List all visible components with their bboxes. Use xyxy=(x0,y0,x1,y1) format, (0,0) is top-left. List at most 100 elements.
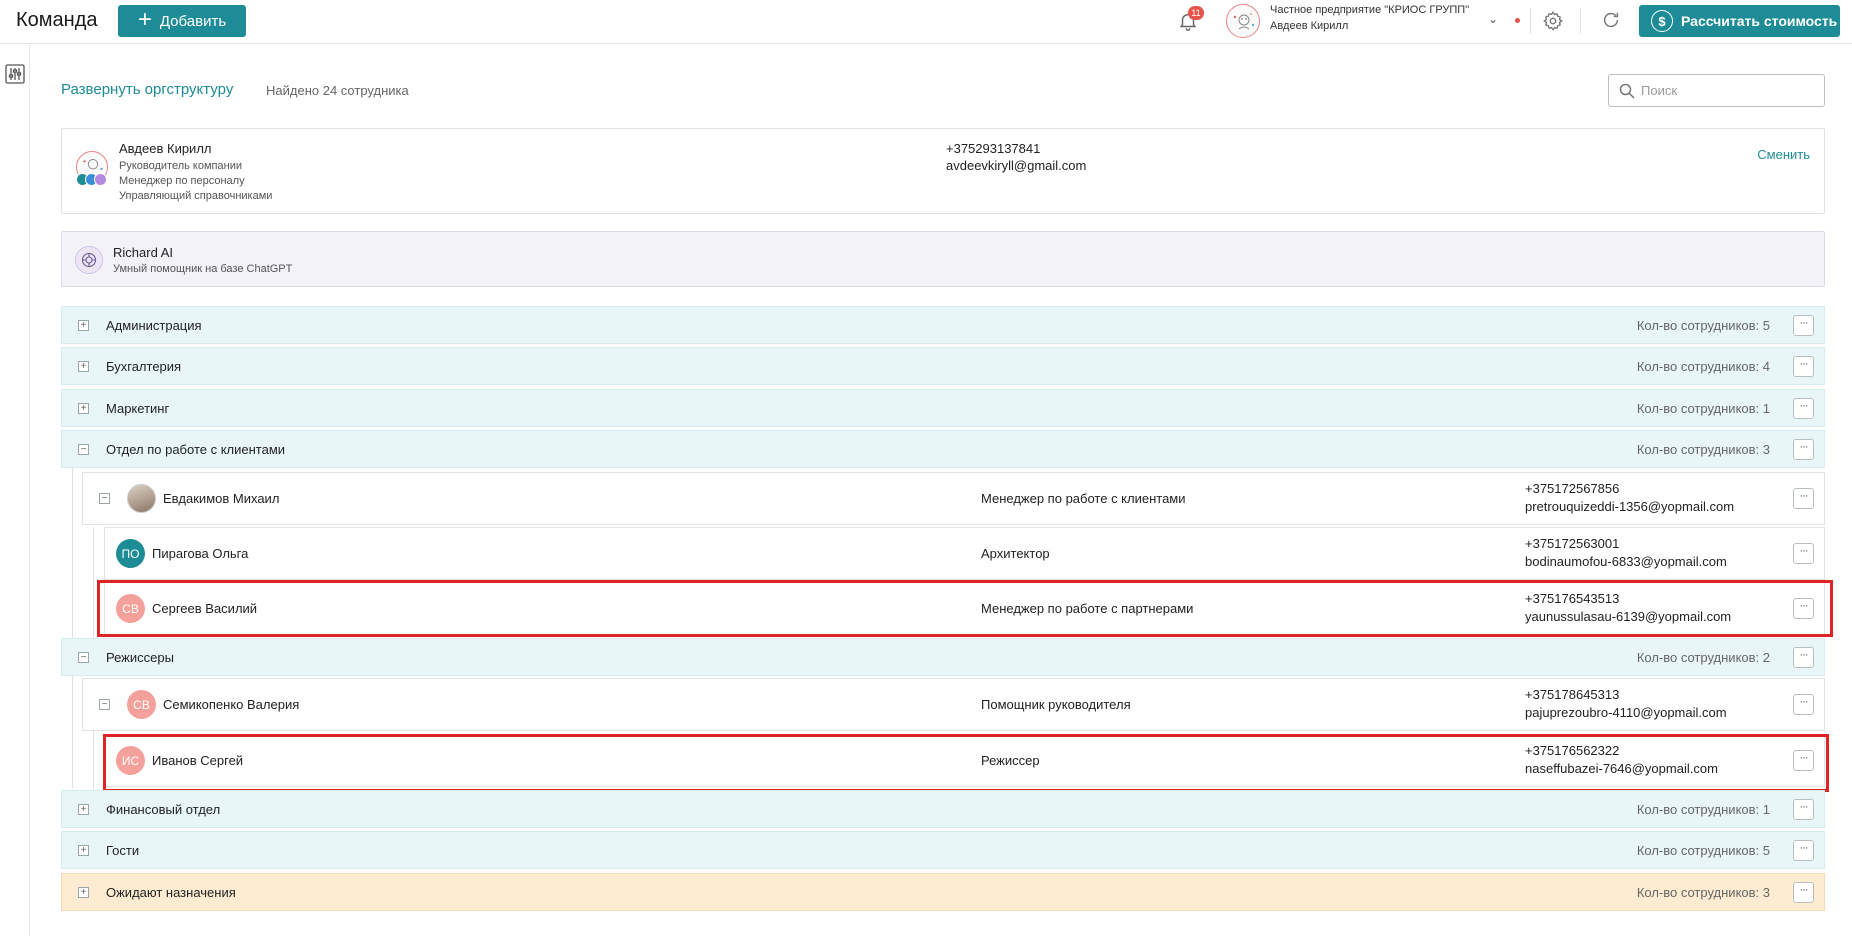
employee-email: bodinaumofou-6833@yopmail.com xyxy=(1525,554,1727,569)
department-name: Финансовый отдел xyxy=(106,802,221,817)
more-options-button[interactable]: ··· xyxy=(1793,750,1814,771)
employee-name: Пирагова Ольга xyxy=(152,546,249,561)
profile-phone: +375293137841 xyxy=(946,141,1041,156)
company-avatar[interactable] xyxy=(1226,4,1260,38)
employee-name: Иванов Сергей xyxy=(152,753,244,768)
department-count: Кол-во сотрудников: 3 xyxy=(1636,885,1770,900)
employee-row[interactable]: ПО Пирагова Ольга Архитектор +3751725630… xyxy=(104,527,1825,580)
ai-assistant-name: Richard AI xyxy=(113,245,173,260)
employee-email: yaunussulasau-6139@yopmail.com xyxy=(1525,609,1732,624)
expand-toggle-icon[interactable]: + xyxy=(78,804,89,815)
plus-icon: + xyxy=(137,6,152,33)
tree-connector xyxy=(93,731,94,789)
change-user-link[interactable]: Сменить xyxy=(1757,147,1810,162)
avatar: ИС xyxy=(116,746,145,775)
avatar: ПО xyxy=(116,539,145,568)
department-row[interactable]: − Отдел по работе с клиентами Кол-во сот… xyxy=(61,430,1825,468)
department-name: Гости xyxy=(106,843,140,858)
employee-role: Режиссер xyxy=(981,753,1040,768)
status-dot xyxy=(1515,18,1520,23)
collapse-toggle-icon[interactable]: − xyxy=(99,493,110,504)
expand-toggle-icon[interactable]: + xyxy=(78,403,89,414)
employee-name: Евдакимов Михаил xyxy=(163,491,280,506)
expand-toggle-icon[interactable]: + xyxy=(78,845,89,856)
filter-settings-icon[interactable] xyxy=(5,64,25,84)
employee-row[interactable]: − СВ Семикопенко Валерия Помощник руково… xyxy=(82,678,1825,731)
tree-connector xyxy=(72,676,73,788)
more-options-button[interactable]: ··· xyxy=(1793,694,1814,715)
more-options-button[interactable]: ··· xyxy=(1793,398,1814,419)
page-title: Команда xyxy=(16,9,98,31)
more-options-button[interactable]: ··· xyxy=(1793,799,1814,820)
department-row[interactable]: + Финансовый отдел Кол-во сотрудников: 1… xyxy=(61,790,1825,828)
expand-toggle-icon[interactable]: + xyxy=(78,887,89,898)
role-badges xyxy=(76,173,107,186)
tree-connector xyxy=(93,527,94,637)
more-options-button[interactable]: ··· xyxy=(1793,882,1814,903)
divider xyxy=(1530,8,1531,34)
add-button[interactable]: + Добавить xyxy=(118,5,246,37)
profile-role: Менеджер по персоналу xyxy=(119,175,245,187)
tree-connector xyxy=(72,468,73,638)
calculate-cost-button[interactable]: $ Рассчитать стоимость xyxy=(1639,5,1840,37)
more-options-button[interactable]: ··· xyxy=(1793,488,1814,509)
employee-row[interactable]: СВ Сергеев Василий Менеджер по работе с … xyxy=(104,582,1825,635)
ai-assistant-card[interactable]: Richard AI Умный помощник на базе ChatGP… xyxy=(61,231,1825,287)
department-count: Кол-во сотрудников: 4 xyxy=(1636,359,1770,374)
more-options-button[interactable]: ··· xyxy=(1793,840,1814,861)
collapse-toggle-icon[interactable]: − xyxy=(78,444,89,455)
company-name[interactable]: Частное предприятие "КРИОС ГРУПП" xyxy=(1270,4,1469,16)
employee-phone: +375176562322 xyxy=(1525,743,1620,758)
chatgpt-icon xyxy=(81,252,97,268)
department-row[interactable]: + Бухгалтерия Кол-во сотрудников: 4 ··· xyxy=(61,347,1825,385)
avatar xyxy=(127,484,156,513)
employee-count-text: Найдено 24 сотрудника xyxy=(266,83,409,98)
divider xyxy=(1580,8,1581,34)
employee-phone: +375172563001 xyxy=(1525,536,1620,551)
collapse-toggle-icon[interactable]: − xyxy=(78,652,89,663)
employee-phone: +375178645313 xyxy=(1525,687,1620,702)
department-count: Кол-во сотрудников: 5 xyxy=(1636,318,1770,333)
department-name: Бухгалтерия xyxy=(106,359,182,374)
expand-toggle-icon[interactable]: + xyxy=(78,320,89,331)
more-options-button[interactable]: ··· xyxy=(1793,439,1814,460)
department-row[interactable]: + Администрация Кол-во сотрудников: 5 ··… xyxy=(61,306,1825,344)
chevron-down-icon[interactable]: ⌄ xyxy=(1488,12,1498,26)
department-name: Администрация xyxy=(106,318,202,333)
expand-toggle-icon[interactable]: + xyxy=(78,361,89,372)
more-options-button[interactable]: ··· xyxy=(1793,598,1814,619)
more-options-button[interactable]: ··· xyxy=(1793,647,1814,668)
employee-email: pretrouquizeddi-1356@yopmail.com xyxy=(1525,499,1735,514)
employee-name: Семикопенко Валерия xyxy=(163,697,300,712)
employee-role: Архитектор xyxy=(981,546,1050,561)
department-name: Режиссеры xyxy=(106,650,174,665)
more-options-button[interactable]: ··· xyxy=(1793,356,1814,377)
more-options-button[interactable]: ··· xyxy=(1793,543,1814,564)
ai-assistant-description: Умный помощник на базе ChatGPT xyxy=(113,263,293,275)
department-row[interactable]: + Маркетинг Кол-во сотрудников: 1 ··· xyxy=(61,389,1825,427)
collapse-toggle-icon[interactable]: − xyxy=(99,699,110,710)
employee-row[interactable]: − Евдакимов Михаил Менеджер по работе с … xyxy=(82,472,1825,525)
search-box[interactable] xyxy=(1608,74,1825,107)
more-options-button[interactable]: ··· xyxy=(1793,315,1814,336)
notification-badge: 11 xyxy=(1188,6,1204,20)
department-count: Кол-во сотрудников: 3 xyxy=(1636,442,1770,457)
department-row[interactable]: − Режиссеры Кол-во сотрудников: 2 ··· xyxy=(61,638,1825,676)
department-name: Отдел по работе с клиентами xyxy=(106,442,286,457)
current-user-name[interactable]: Авдеев Кирилл xyxy=(1270,20,1348,32)
role-badge xyxy=(94,173,107,186)
search-input[interactable] xyxy=(1641,83,1811,98)
department-count: Кол-во сотрудников: 2 xyxy=(1636,650,1770,665)
refresh-icon[interactable] xyxy=(1600,9,1622,31)
department-row[interactable]: + Гости Кол-во сотрудников: 5 ··· xyxy=(61,831,1825,869)
expand-org-structure-link[interactable]: Развернуть оргструктуру xyxy=(61,81,233,98)
employee-row[interactable]: ИС Иванов Сергей Режиссер +375176562322 … xyxy=(104,734,1825,787)
gear-icon[interactable] xyxy=(1542,10,1564,32)
company-logo-icon xyxy=(1233,13,1255,30)
department-count: Кол-во сотрудников: 5 xyxy=(1636,843,1770,858)
profile-name: Авдеев Кирилл xyxy=(119,141,212,156)
department-name: Маркетинг xyxy=(106,401,170,416)
department-row-pending[interactable]: + Ожидают назначения Кол-во сотрудников:… xyxy=(61,873,1825,911)
employee-name: Сергеев Василий xyxy=(152,601,258,616)
avatar: СВ xyxy=(127,690,156,719)
